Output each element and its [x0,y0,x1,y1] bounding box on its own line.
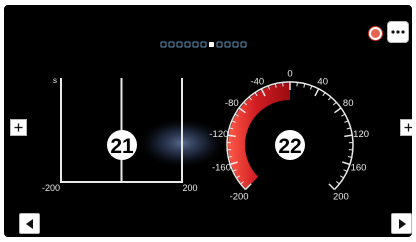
page-dot[interactable] [240,41,247,48]
dial-minor-tick [346,127,351,130]
dial-major-tick [344,134,353,138]
page-dot[interactable] [184,41,191,48]
dial-major-tick [334,107,342,114]
dial-minor-tick [341,113,346,117]
dial-major-tick [328,183,336,191]
widget-number-label: 22 [278,135,301,158]
dial-tick-label: 120 [353,129,369,140]
add-widget-right-button[interactable] [400,119,412,136]
more-horizontal-icon [391,30,405,34]
dial-tick-label: 200 [333,191,349,202]
linear-gauge-max-label: 200 [182,183,197,193]
dial-tick-label: 80 [343,98,354,109]
dial-tick-label: 0 [287,69,292,80]
play-left-icon [25,218,33,229]
page-dot[interactable] [192,41,199,48]
plus-icon [14,123,23,132]
previous-button[interactable] [19,213,40,234]
widget-screen: s -200 200 21 -200 -160 -120 -80 -40 0 40 80 120… [4,5,412,237]
dial-minor-tick [322,92,326,97]
status-indicator [371,29,380,38]
more-menu-button[interactable] [387,21,409,43]
dial-minor-tick [309,85,313,90]
next-button[interactable] [391,213,412,234]
page-dot-active[interactable] [209,42,214,47]
dial-minor-tick [344,120,349,123]
dial-tick-label: -40 [250,76,264,87]
dial-minor-tick [327,96,332,101]
add-widget-left-button[interactable] [10,119,27,136]
dial-minor-tick [303,83,306,88]
page-dot[interactable] [224,41,231,48]
page-indicator[interactable] [160,41,247,48]
widget-number-label: 21 [110,135,134,158]
dial-tick-label: -160 [212,163,231,174]
plus-icon [404,123,412,132]
dial-tick-label: 160 [351,163,367,174]
dial-gauge: -200 -160 -120 -80 -40 0 40 80 120 160 200 22 [209,69,369,203]
dial-minor-tick [347,156,352,158]
page-dot[interactable] [160,41,167,48]
page-dot[interactable] [232,41,239,48]
dial-tick-label: -80 [225,98,239,109]
dial-minor-tick [340,175,344,179]
page-dot[interactable] [200,41,207,48]
dial-minor-tick [343,169,348,172]
page-dot[interactable] [168,41,175,48]
dial-minor-tick [335,181,340,185]
page-dot[interactable] [176,41,183,48]
page-dot[interactable] [216,41,223,48]
linear-gauge-min-label: -200 [42,183,60,193]
dial-minor-tick [282,82,284,87]
dial-minor-tick [332,101,337,106]
play-right-icon [398,218,406,229]
dial-tick-label: -120 [209,129,228,140]
linear-gauge-top-label: s [53,76,57,85]
dial-major-tick [342,161,351,166]
dial-minor-tick [296,82,298,87]
widget-canvas: s -200 200 21 -200 -160 -120 -80 -40 0 40 80 120… [42,41,369,203]
dial-tick-label: -200 [230,191,249,202]
dial-major-tick [314,88,320,97]
dial-tick-label: 40 [317,76,328,87]
